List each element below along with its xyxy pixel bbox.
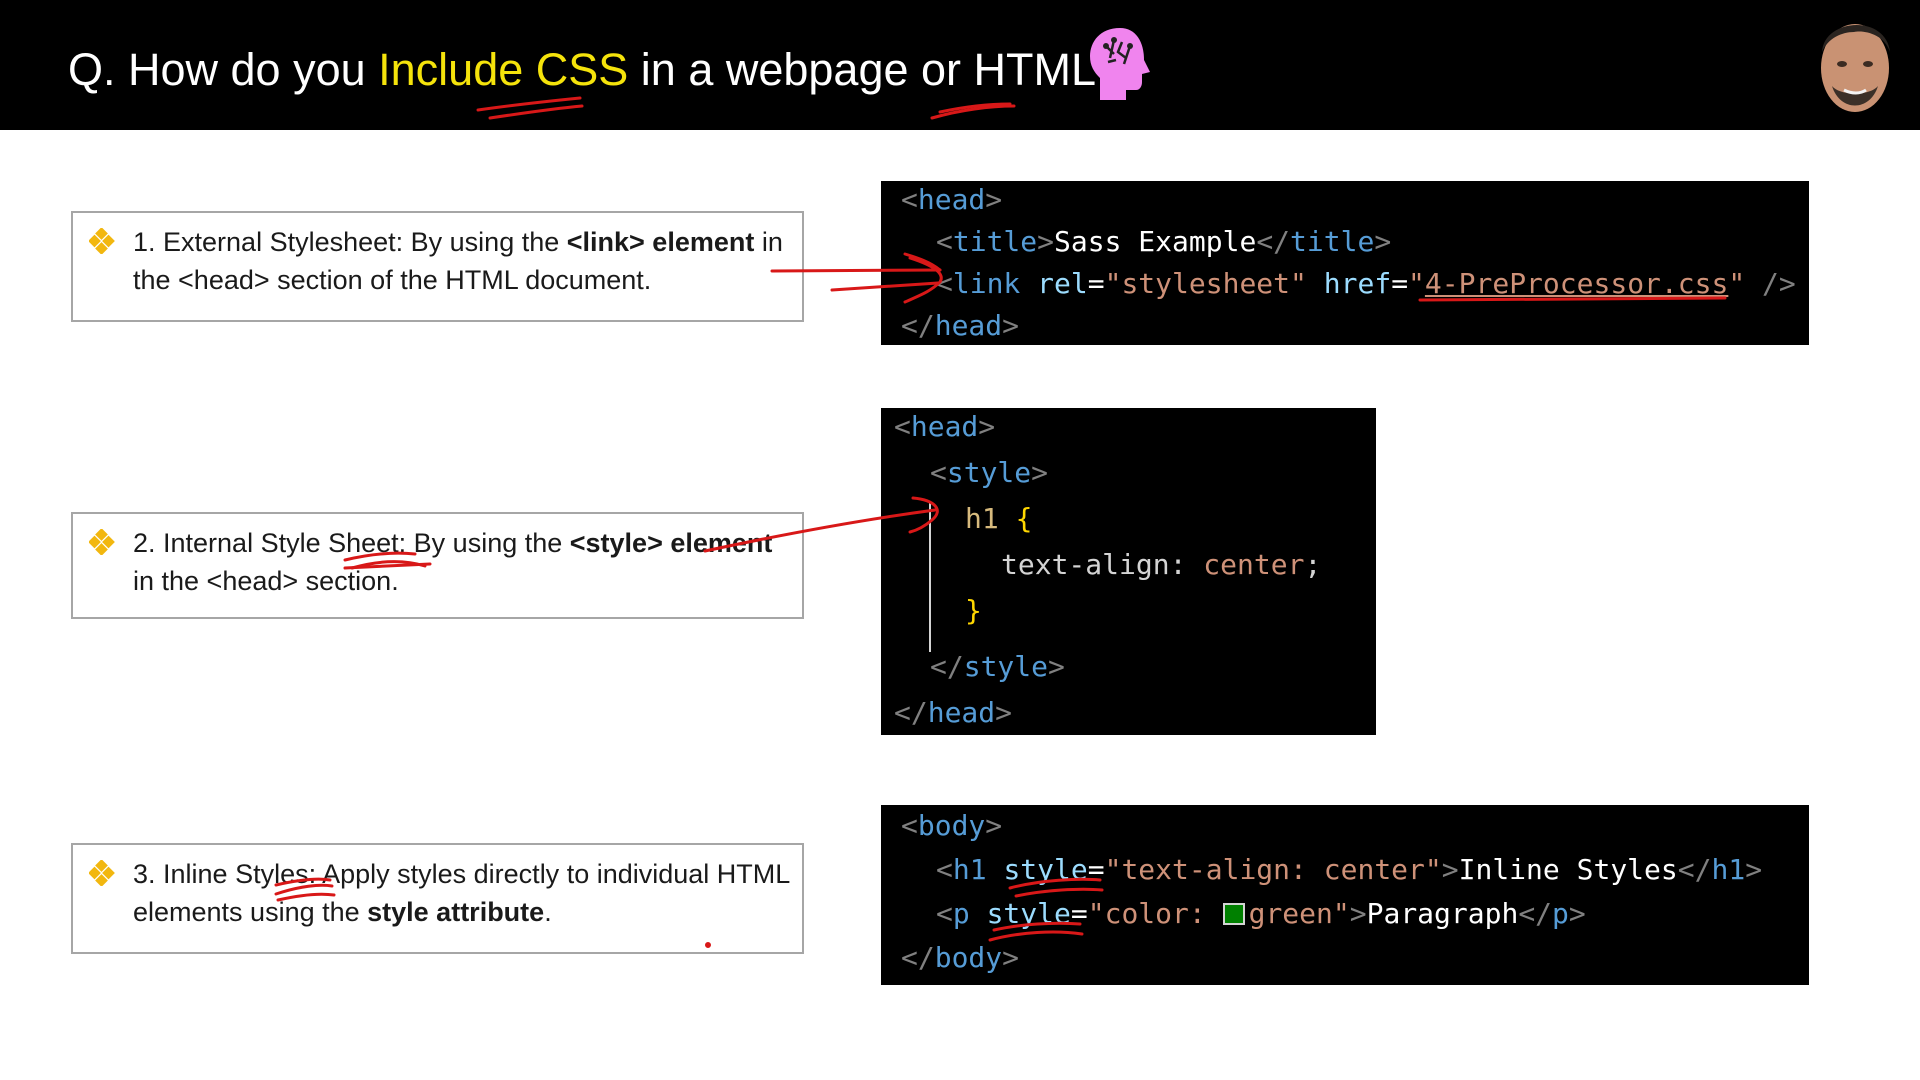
- method-1-bold: <link> element: [566, 227, 755, 257]
- self-close: />: [1745, 267, 1796, 300]
- code-line: <body>: [901, 809, 1003, 842]
- attr-style: style: [986, 897, 1071, 930]
- tag-body: body: [917, 809, 986, 842]
- code-line: </head>: [894, 696, 1013, 729]
- diamond-bullet-icon: [89, 228, 115, 254]
- val-p-style-a: "color:: [1087, 897, 1223, 930]
- method-external-text: 1. External Stylesheet: By using the <li…: [133, 223, 790, 299]
- css-property: text-align: [1001, 548, 1170, 581]
- method-external-box: 1. External Stylesheet: By using the <li…: [71, 211, 804, 322]
- tag-title: title: [952, 225, 1038, 258]
- title-bar: Q. How do you Include CSS in a webpage o…: [0, 0, 1920, 130]
- val-h1-style: "text-align: center": [1104, 853, 1442, 886]
- tag-head-close: head: [927, 696, 996, 729]
- attr-href: href: [1323, 267, 1392, 300]
- attr-rel: rel: [1037, 267, 1088, 300]
- tag-p: p: [952, 897, 970, 930]
- code-line: <style>: [930, 456, 1049, 489]
- code-line: <p style="color: green">Paragraph</p>: [936, 897, 1586, 930]
- tag-style-close: style: [963, 650, 1049, 683]
- method-internal-text: 2. Internal Style Sheet: By using the <s…: [133, 524, 790, 600]
- code-line: </style>: [930, 650, 1065, 683]
- title-text: Sass Example: [1054, 225, 1257, 258]
- tag-title-close: title: [1290, 225, 1375, 258]
- presenter-avatar: [1821, 24, 1890, 112]
- method-internal-box: 2. Internal Style Sheet: By using the <s…: [71, 512, 804, 619]
- title-suffix: in a webpage or HTML?: [628, 44, 1122, 95]
- method-2-bold: <style> element: [569, 528, 773, 558]
- code-block-external: <head> <title>Sass Example</title> <link…: [881, 181, 1809, 345]
- indent-guide: [929, 502, 931, 652]
- code-line: <title>Sass Example</title>: [936, 225, 1392, 258]
- title-highlight: Include CSS: [378, 44, 629, 95]
- href-link[interactable]: 4-PreProcessor.css: [1425, 267, 1728, 300]
- val-p-style-b: green": [1248, 897, 1350, 930]
- attr-style: style: [1003, 853, 1088, 886]
- code-block-inline: <body> <h1 style="text-align: center">In…: [881, 805, 1809, 985]
- method-2-lead: 2. Internal Style Sheet: By using the: [133, 528, 570, 558]
- code-line: <head>: [901, 183, 1003, 216]
- color-swatch: [1222, 903, 1245, 925]
- p-text: Paragraph: [1366, 897, 1519, 930]
- quote: ": [1408, 267, 1425, 300]
- tag-h1-close: h1: [1711, 853, 1746, 886]
- code-line: h1 {: [965, 502, 1032, 535]
- css-value: center: [1203, 548, 1305, 581]
- css-selector: h1: [965, 502, 999, 535]
- tag-body-close: body: [934, 941, 1003, 974]
- val-rel: "stylesheet": [1104, 267, 1307, 300]
- method-3-bold: style attribute: [367, 897, 545, 927]
- brain-head-icon: [1090, 28, 1150, 100]
- slide-title: Q. How do you Include CSS in a webpage o…: [68, 44, 1121, 96]
- code-line: <link rel="stylesheet" href="4-PreProces…: [936, 267, 1796, 300]
- diamond-bullet-icon: [89, 860, 115, 886]
- code-block-internal: <head> <style> h1 { text-align: center; …: [881, 408, 1376, 735]
- code-line: }: [965, 594, 982, 627]
- tag-style: style: [946, 456, 1032, 489]
- brace-open: {: [1015, 502, 1033, 535]
- tag-head-close: head: [934, 309, 1003, 342]
- method-1-lead: 1. External Stylesheet: By using the: [133, 227, 567, 257]
- quote: ": [1728, 267, 1746, 300]
- tag-head-open: head: [910, 410, 979, 443]
- method-inline-text: 3. Inline Styles: Apply styles directly …: [133, 855, 790, 931]
- diamond-bullet-icon: [89, 529, 115, 555]
- tag-p-close: p: [1552, 897, 1569, 930]
- code-line: </head>: [901, 309, 1020, 342]
- tag-link: link: [952, 267, 1021, 300]
- title-prefix: Q. How do you: [68, 44, 379, 95]
- code-line: <head>: [894, 410, 996, 443]
- tag-h1: h1: [952, 853, 987, 886]
- tag-head-open: head: [917, 183, 986, 216]
- method-3-rest: .: [544, 897, 552, 927]
- code-line: <h1 style="text-align: center">Inline St…: [936, 853, 1763, 886]
- method-inline-box: 3. Inline Styles: Apply styles directly …: [71, 843, 804, 954]
- method-2-rest: in the <head> section.: [133, 566, 399, 596]
- h1-text: Inline Styles: [1458, 853, 1678, 886]
- brace-close: }: [965, 594, 982, 627]
- code-line: </body>: [901, 941, 1020, 974]
- code-line: text-align: center;: [1001, 548, 1322, 581]
